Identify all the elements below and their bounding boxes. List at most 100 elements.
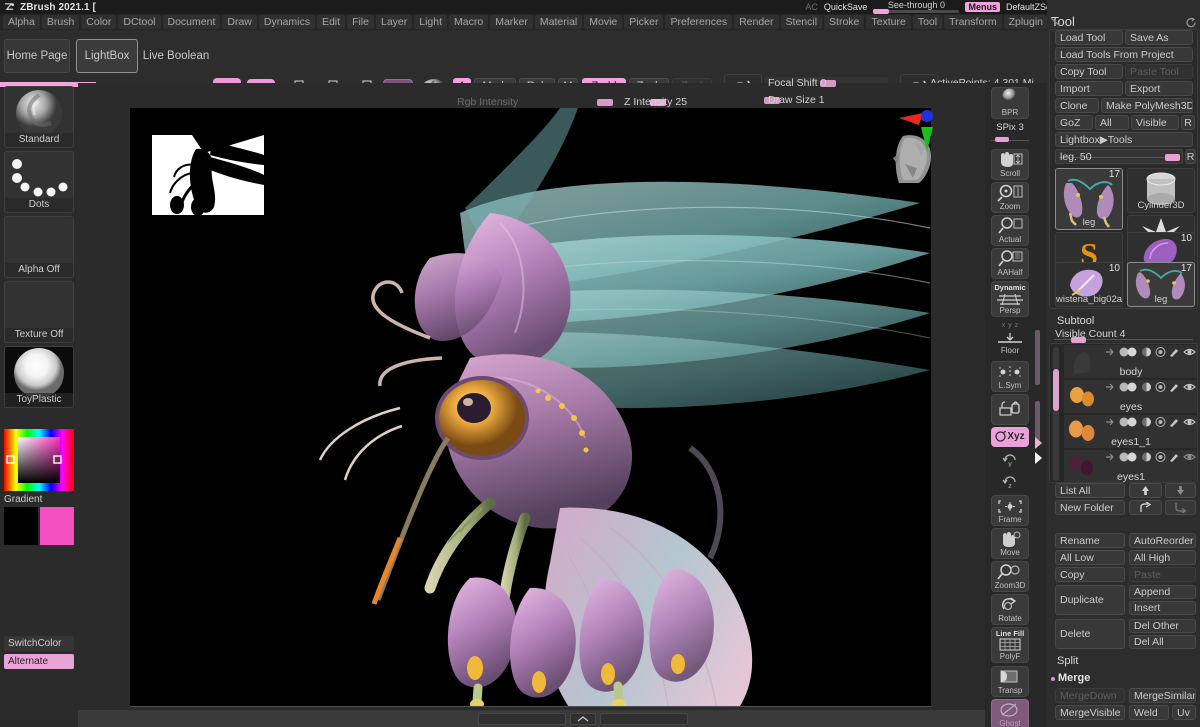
current-material-tile[interactable]: ToyPlastic: [4, 346, 74, 408]
half-sphere-icon[interactable]: [1141, 382, 1152, 392]
rail-button-aahalf[interactable]: AAHalf: [991, 248, 1029, 279]
rail-button-zoom3d[interactable]: Zoom3D: [991, 561, 1029, 592]
tool-tile-leg[interactable]: 17 leg: [1055, 168, 1123, 230]
half-sphere-icon[interactable]: [1141, 347, 1152, 357]
rail-button-polyframe[interactable]: Line Fill PolyF: [991, 627, 1029, 663]
spix-slider[interactable]: [991, 135, 1029, 146]
goz-r-button[interactable]: R: [1181, 115, 1195, 130]
item-size-knob[interactable]: [1165, 154, 1180, 161]
subtool-row-eyes[interactable]: eyes: [1064, 380, 1197, 414]
import-button[interactable]: Import: [1055, 81, 1123, 96]
current-texture-tile[interactable]: Texture Off: [4, 281, 74, 343]
menu-item-macro[interactable]: Macro: [449, 15, 489, 29]
copy-tool-button[interactable]: Copy Tool: [1055, 64, 1123, 79]
subtool-row-eyes1-icons[interactable]: [1104, 452, 1196, 462]
subtool-row-body[interactable]: body: [1064, 345, 1197, 379]
subtool-row-body-icons[interactable]: [1104, 347, 1196, 357]
brush-icon[interactable]: [1169, 452, 1180, 462]
eye-icon[interactable]: [1183, 452, 1196, 462]
eye-icon[interactable]: [1183, 382, 1196, 392]
refresh-icon[interactable]: [1186, 17, 1197, 28]
menu-item-texture[interactable]: Texture: [866, 15, 911, 29]
subtool-row-eyes1-1-icons[interactable]: [1104, 417, 1196, 427]
menu-item-layer[interactable]: Layer: [375, 15, 413, 29]
rail-button-zoom[interactable]: Zoom: [991, 182, 1029, 213]
rail-flyout-arrows-icon[interactable]: [1033, 435, 1043, 467]
subtool-move-down-button[interactable]: [1165, 483, 1196, 498]
lightbox-button[interactable]: LightBox: [76, 39, 138, 73]
sphere-pair-icon[interactable]: [1118, 452, 1138, 462]
rail-button-persp[interactable]: Dynamic Persp: [991, 281, 1029, 317]
tool-tile-leg-2[interactable]: 17 leg: [1127, 262, 1195, 307]
subtool-row-eyes1-1[interactable]: eyes1_1: [1064, 415, 1197, 449]
paste-tool-button[interactable]: Paste Tool: [1125, 64, 1193, 79]
lightbox-tools-button[interactable]: Lightbox▶Tools: [1055, 132, 1193, 147]
rail-button-rotate-view[interactable]: Rotate: [991, 594, 1029, 625]
rail-button-scroll[interactable]: Scroll: [991, 149, 1029, 180]
eye-icon[interactable]: [1183, 417, 1196, 427]
subtool-move-out-button[interactable]: [1129, 500, 1162, 515]
copy-subtool-button[interactable]: Copy: [1055, 567, 1125, 582]
tool-item-size-slider[interactable]: leg. 50: [1055, 149, 1183, 164]
quicksave-button[interactable]: QuickSave: [824, 2, 868, 12]
arrow-icon[interactable]: [1104, 347, 1115, 357]
sphere-pair-icon[interactable]: [1118, 382, 1138, 392]
rail-button-rotate-y[interactable]: y: [991, 449, 1029, 469]
eye-icon[interactable]: [1183, 347, 1196, 357]
rail-button-xyz[interactable]: Xyz: [991, 427, 1029, 447]
paste-subtool-button[interactable]: Paste: [1129, 567, 1196, 582]
append-button[interactable]: Append: [1129, 585, 1196, 599]
contrast-icon[interactable]: [1155, 452, 1166, 462]
tool-panel-collapse-icon[interactable]: [1049, 16, 1063, 28]
menu-item-marker[interactable]: Marker: [490, 15, 533, 29]
merge-section-label[interactable]: Merge: [1058, 672, 1090, 684]
rail-button-rotate-z[interactable]: z: [991, 471, 1029, 491]
item-size-r-button[interactable]: R: [1185, 149, 1196, 164]
weld-button[interactable]: Weld: [1129, 705, 1169, 720]
menu-item-file[interactable]: File: [347, 15, 374, 29]
primary-color-swatch[interactable]: [4, 507, 38, 545]
switch-color-button[interactable]: SwitchColor: [4, 636, 74, 651]
arrow-icon[interactable]: [1104, 417, 1115, 427]
canvas-area[interactable]: [78, 83, 985, 727]
current-stroke-tile[interactable]: Dots: [4, 151, 74, 213]
menu-item-brush[interactable]: Brush: [41, 15, 80, 29]
brush-icon[interactable]: [1169, 417, 1180, 427]
half-sphere-icon[interactable]: [1141, 417, 1152, 427]
menu-item-alpha[interactable]: Alpha: [3, 15, 40, 29]
rail-button-transp[interactable]: Transp: [991, 666, 1029, 697]
rail-scroll-bar-upper[interactable]: [1035, 330, 1040, 385]
color-picker[interactable]: Gradient: [4, 429, 74, 505]
rgb-intensity-knob[interactable]: [597, 99, 613, 106]
arrow-icon[interactable]: [1104, 452, 1115, 462]
orientation-gizmo-icon[interactable]: [897, 105, 941, 153]
alternate-button[interactable]: Alternate: [4, 654, 74, 669]
secondary-color-swatch[interactable]: [40, 507, 74, 545]
auto-center-label[interactable]: AC: [805, 2, 818, 12]
menu-item-material[interactable]: Material: [534, 15, 583, 29]
rail-button-actual[interactable]: Actual: [991, 215, 1029, 246]
menu-item-stroke[interactable]: Stroke: [824, 15, 865, 29]
subtool-move-in-button[interactable]: [1165, 500, 1196, 515]
goz-all-button[interactable]: All: [1095, 115, 1129, 130]
viewport-canvas[interactable]: [130, 108, 931, 727]
delete-button[interactable]: Delete: [1055, 619, 1125, 649]
contrast-icon[interactable]: [1155, 347, 1166, 357]
menu-item-draw[interactable]: Draw: [222, 15, 257, 29]
subtool-row-eyes1[interactable]: eyes1: [1064, 450, 1197, 482]
brush-icon[interactable]: [1169, 347, 1180, 357]
subtool-scrollbar[interactable]: [1053, 347, 1059, 481]
half-sphere-icon[interactable]: [1141, 452, 1152, 462]
sphere-pair-icon[interactable]: [1118, 347, 1138, 357]
menu-item-dctool[interactable]: DCtool: [118, 15, 161, 29]
split-section-label[interactable]: Split: [1057, 655, 1078, 667]
sphere-pair-icon[interactable]: [1118, 417, 1138, 427]
menu-item-color[interactable]: Color: [81, 15, 117, 29]
export-button[interactable]: Export: [1125, 81, 1193, 96]
load-tool-button[interactable]: Load Tool: [1055, 30, 1123, 45]
menu-item-dynamics[interactable]: Dynamics: [258, 15, 315, 29]
rail-button-floor[interactable]: Floor: [991, 331, 1029, 357]
live-boolean-button[interactable]: Live Boolean: [140, 39, 212, 73]
menus-toggle-button[interactable]: Menus: [965, 2, 1000, 12]
merge-similar-button[interactable]: MergeSimilar: [1129, 688, 1196, 703]
